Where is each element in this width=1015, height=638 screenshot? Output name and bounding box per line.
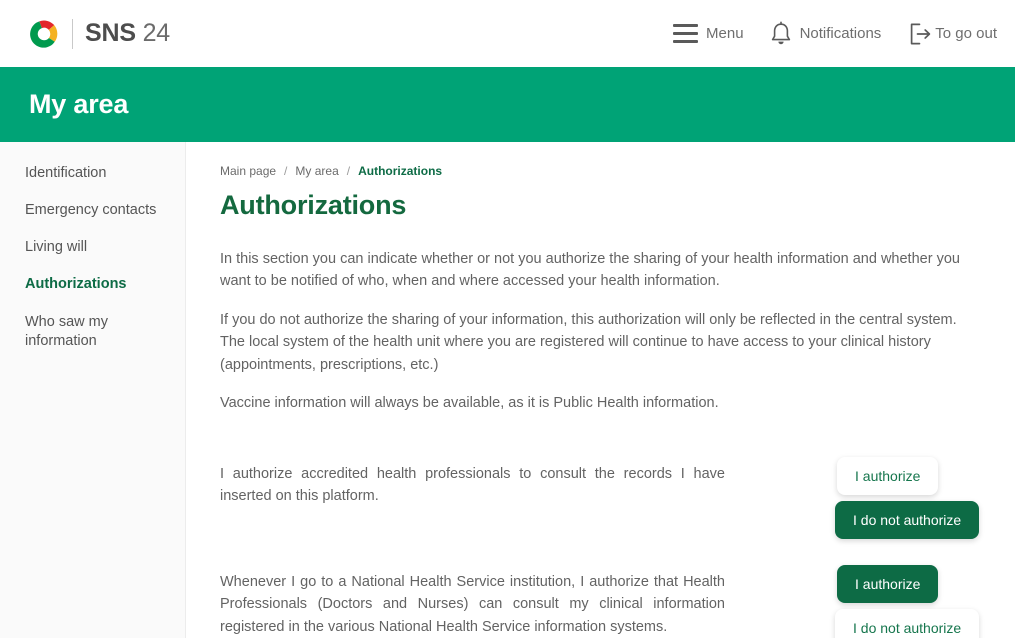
breadcrumb-separator: /: [284, 164, 288, 178]
brand-number: 24: [142, 19, 171, 47]
breadcrumb-separator: /: [346, 164, 351, 178]
sidebar-item-living-will[interactable]: Living will: [25, 238, 171, 257]
nav-item-logout[interactable]: To go out: [907, 21, 997, 47]
authorize-button[interactable]: I authorize: [837, 564, 939, 603]
authorization-row: Whenever I go to a National Health Servi…: [220, 564, 980, 638]
authorize-button[interactable]: I authorize: [837, 456, 939, 495]
page-body: Identification Emergency contacts Living…: [0, 142, 1015, 638]
authorization-list: I authorize accredited health profession…: [220, 456, 980, 638]
sidebar: Identification Emergency contacts Living…: [0, 142, 186, 638]
page-title: Authorizations: [220, 190, 407, 220]
authorization-choice-group: I authorize I do not authorize: [835, 456, 980, 539]
brand-logo[interactable]: SNS 24: [29, 18, 170, 49]
page-banner-title: My area: [29, 89, 129, 119]
header-nav: Menu Notifications To go out: [673, 21, 997, 47]
logout-icon: [907, 21, 933, 47]
intro-paragraph-3: Vaccine information will always be avail…: [220, 395, 719, 412]
main-content: Main page / My area / Authorizations Aut…: [186, 142, 1015, 638]
top-header: SNS 24 Menu Notifications To go out: [0, 0, 1015, 67]
sidebar-item-identification[interactable]: Identification: [25, 164, 171, 183]
do-not-authorize-button[interactable]: I do not authorize: [835, 608, 980, 638]
breadcrumb: Main page / My area / Authorizations: [220, 164, 980, 178]
bell-icon: [770, 21, 792, 47]
sns-logo-icon: [29, 19, 59, 49]
nav-item-menu-label: Menu: [706, 25, 744, 42]
brand-name: SNS: [85, 19, 136, 47]
authorization-row: I authorize accredited health profession…: [220, 456, 980, 539]
brand-divider: [72, 18, 73, 49]
breadcrumb-item-my-area[interactable]: My area: [295, 164, 338, 178]
do-not-authorize-button[interactable]: I do not authorize: [835, 500, 980, 539]
authorization-choice-group: I authorize I do not authorize: [835, 564, 980, 638]
nav-item-logout-label: To go out: [935, 25, 997, 42]
brand-wordmark: SNS 24: [85, 21, 170, 46]
breadcrumb-item-authorizations: Authorizations: [358, 164, 443, 178]
authorization-question: I authorize accredited health profession…: [220, 465, 725, 505]
nav-item-menu[interactable]: Menu: [673, 23, 744, 44]
sidebar-item-emergency-contacts[interactable]: Emergency contacts: [25, 201, 171, 220]
intro-paragraph-2: If you do not authorize the sharing of y…: [220, 311, 957, 373]
sidebar-item-who-saw-my-information[interactable]: Who saw my information: [25, 313, 171, 351]
nav-item-notifications-label: Notifications: [799, 25, 882, 42]
nav-item-notifications[interactable]: Notifications: [770, 21, 882, 47]
authorization-question: Whenever I go to a National Health Servi…: [220, 573, 725, 635]
intro-paragraph-1: In this section you can indicate whether…: [220, 251, 960, 290]
page-banner: My area: [0, 67, 1015, 142]
breadcrumb-item-main-page[interactable]: Main page: [220, 164, 276, 178]
hamburger-menu-icon: [673, 23, 699, 44]
sidebar-item-authorizations[interactable]: Authorizations: [25, 275, 171, 294]
